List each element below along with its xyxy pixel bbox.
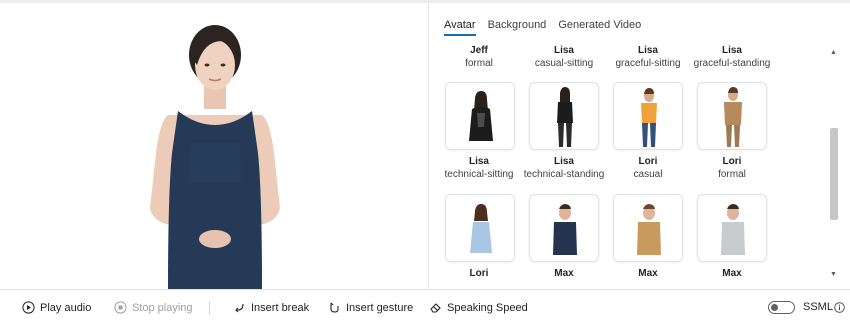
- speaking-speed-label: Speaking Speed: [447, 301, 528, 314]
- avatar-card-lisa-technical-sitting[interactable]: [445, 82, 515, 150]
- avatar-item[interactable]: Jeff formal: [437, 44, 521, 70]
- avatar-card-lori[interactable]: [445, 194, 515, 262]
- avatar-man-tan-sweater-icon: [637, 204, 661, 255]
- avatar-man-navy-shirt-icon: [553, 204, 577, 255]
- insert-break-label: Insert break: [251, 301, 310, 314]
- avatar-name: Lori: [638, 156, 658, 167]
- ssml-label: SSML: [803, 301, 833, 313]
- bottom-toolbar: Play audio Stop playing Insert break Ins…: [0, 290, 850, 325]
- avatar-item[interactable]: Lisa graceful-standing: [690, 44, 774, 70]
- avatar-card-max-gray[interactable]: [697, 194, 767, 262]
- avatar-name: Lisa: [468, 156, 489, 167]
- avatar-item: Lisa technical-standing: [522, 155, 606, 181]
- avatar-item[interactable]: Lisa casual-sitting: [522, 44, 606, 70]
- tab-background[interactable]: Background: [488, 18, 547, 36]
- avatar-man-gray-tshirt-icon: [721, 204, 745, 255]
- play-audio-button[interactable]: Play audio: [22, 290, 91, 325]
- toggle-knob: [771, 304, 778, 311]
- insert-gesture-label: Insert gesture: [346, 301, 414, 314]
- tab-generated-video[interactable]: Generated Video: [558, 18, 641, 36]
- avatar-name: Max: [554, 268, 574, 279]
- avatar-card-max-navy[interactable]: [529, 194, 599, 262]
- avatar-item: Max: [690, 267, 774, 280]
- panel-divider: [428, 3, 429, 289]
- gesture-icon: [330, 302, 339, 313]
- avatar-item: Max: [522, 267, 606, 280]
- avatar-woman-orange-top-icon: [641, 88, 657, 147]
- avatar-name: Lisa: [637, 45, 658, 56]
- avatar-name: Max: [722, 268, 742, 279]
- avatar-name: Lori: [722, 156, 742, 167]
- avatar-name: Lisa: [553, 156, 574, 167]
- stop-circle-icon: [114, 301, 127, 314]
- avatar-item: Max: [606, 267, 690, 280]
- stop-playing-label: Stop playing: [132, 301, 193, 314]
- stop-playing-button[interactable]: Stop playing: [114, 290, 193, 325]
- avatar-item: Lori casual: [606, 155, 690, 181]
- ssml-toggle[interactable]: [768, 301, 795, 314]
- eraser-speed-icon: [430, 303, 441, 313]
- avatar-style: formal: [718, 169, 746, 180]
- avatar-gallery: Jeff formal Lisa casual-sitting Lisa gra…: [432, 42, 826, 286]
- avatar-style: technical-standing: [523, 169, 605, 180]
- break-arrow-icon: [235, 303, 244, 313]
- scroll-down-arrow-icon[interactable]: ▼: [829, 270, 838, 279]
- avatar-preview: [0, 3, 428, 289]
- avatar-card-lori-formal[interactable]: [697, 82, 767, 150]
- avatar-style: technical-sitting: [444, 169, 514, 180]
- toolbar-separator: [209, 301, 210, 315]
- avatar-item: Lisa technical-sitting: [437, 155, 521, 181]
- avatar-style: casual-sitting: [534, 58, 594, 69]
- avatar-card-lori-casual[interactable]: [613, 82, 683, 150]
- avatar-card-max-tan[interactable]: [613, 194, 683, 262]
- avatar-item: Lori formal: [690, 155, 774, 181]
- speaking-speed-button[interactable]: Speaking Speed: [429, 290, 528, 325]
- avatar-style: graceful-sitting: [615, 58, 681, 69]
- avatar-name: Lisa: [553, 45, 574, 56]
- gallery-scrollbar[interactable]: ▲ ▼: [829, 44, 838, 282]
- settings-tabs: Avatar Background Generated Video: [444, 18, 653, 38]
- avatar-style: formal: [465, 58, 493, 69]
- scrollbar-thumb[interactable]: [830, 128, 838, 220]
- avatar-name: Max: [638, 268, 658, 279]
- play-audio-label: Play audio: [40, 301, 92, 314]
- play-circle-icon: [22, 301, 35, 314]
- avatar-woman-black-outfit-standing-icon: [557, 87, 573, 147]
- avatar-card-lisa-technical-standing[interactable]: [529, 82, 599, 150]
- insert-break-button[interactable]: Insert break: [233, 290, 309, 325]
- avatar-woman-blue-dress-icon: [470, 204, 492, 253]
- avatar-name: Lori: [469, 268, 489, 279]
- tab-avatar[interactable]: Avatar: [444, 18, 476, 36]
- info-icon[interactable]: [834, 302, 845, 313]
- avatar-woman-tan-suit-icon: [724, 87, 742, 147]
- scroll-up-arrow-icon[interactable]: ▲: [829, 48, 838, 57]
- insert-gesture-button[interactable]: Insert gesture: [328, 290, 413, 325]
- avatar-item: Lori: [437, 267, 521, 280]
- avatar-preview-figure: [150, 25, 280, 289]
- avatar-woman-black-outfit-sitting-icon: [469, 91, 493, 141]
- avatar-name: Jeff: [470, 45, 488, 56]
- avatar-style: casual: [633, 169, 663, 180]
- avatar-item[interactable]: Lisa graceful-sitting: [606, 44, 690, 70]
- avatar-style: graceful-standing: [693, 58, 771, 69]
- avatar-name: Lisa: [721, 45, 742, 56]
